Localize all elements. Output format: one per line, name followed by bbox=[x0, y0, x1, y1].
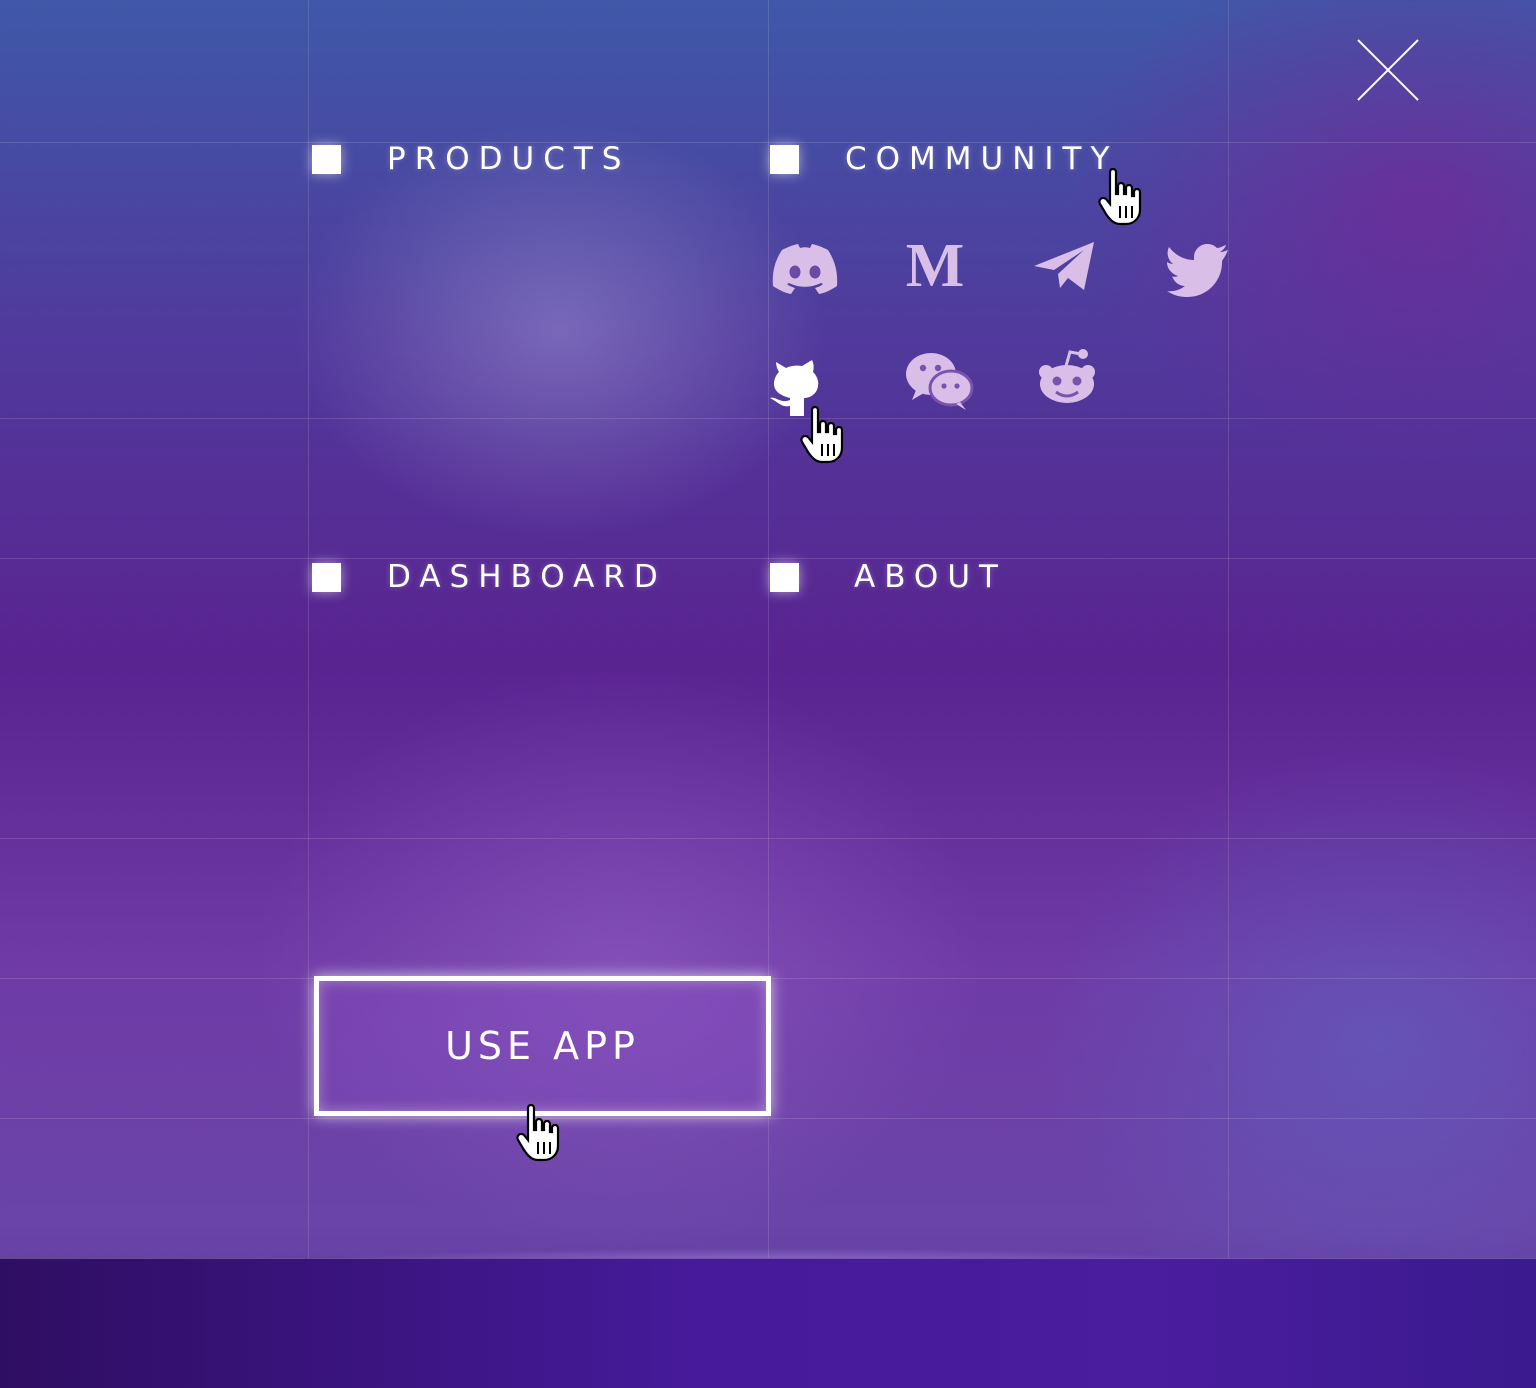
menu-item-label: DASHBOARD bbox=[387, 559, 667, 595]
bullet-square bbox=[770, 562, 799, 592]
twitter-icon bbox=[1167, 244, 1228, 297]
menu-item-label: ABOUT bbox=[854, 559, 1007, 595]
menu-item-label: COMMUNITY bbox=[845, 141, 1119, 177]
bullet-square bbox=[770, 144, 799, 174]
discord-icon bbox=[772, 244, 838, 294]
close-button[interactable] bbox=[1354, 36, 1422, 104]
grid-line bbox=[0, 838, 1536, 839]
discord-link[interactable] bbox=[770, 232, 840, 302]
grid-line bbox=[0, 1118, 1536, 1119]
menu-item-community[interactable]: COMMUNITY bbox=[770, 141, 1118, 177]
wechat-link[interactable] bbox=[904, 346, 974, 416]
telegram-link[interactable] bbox=[1030, 232, 1100, 302]
github-icon bbox=[770, 360, 819, 416]
twitter-link[interactable] bbox=[1164, 234, 1234, 304]
use-app-button[interactable]: USE APP bbox=[314, 976, 771, 1116]
menu-item-products[interactable]: PRODUCTS bbox=[312, 141, 630, 177]
grid-line bbox=[0, 558, 1536, 559]
footer-band bbox=[0, 1258, 1536, 1388]
grid-line bbox=[0, 142, 1536, 143]
wechat-icon bbox=[906, 353, 974, 410]
grid-line bbox=[1228, 0, 1229, 1388]
reddit-link[interactable] bbox=[1032, 344, 1102, 414]
close-icon bbox=[1357, 39, 1419, 101]
bullet-square bbox=[312, 144, 341, 174]
medium-icon: M bbox=[906, 232, 965, 300]
medium-link[interactable]: M bbox=[900, 232, 970, 302]
grid-line bbox=[308, 0, 309, 1388]
grid-line bbox=[768, 0, 769, 1388]
use-app-label: USE APP bbox=[445, 1024, 640, 1068]
github-link[interactable] bbox=[764, 350, 834, 420]
svg-text:M: M bbox=[906, 232, 965, 300]
menu-item-dashboard[interactable]: DASHBOARD bbox=[312, 559, 667, 595]
bullet-square bbox=[312, 562, 341, 592]
telegram-icon bbox=[1034, 242, 1094, 290]
menu-item-about[interactable]: ABOUT bbox=[770, 559, 1007, 595]
menu-item-label: PRODUCTS bbox=[387, 141, 631, 177]
reddit-icon bbox=[1039, 349, 1095, 403]
